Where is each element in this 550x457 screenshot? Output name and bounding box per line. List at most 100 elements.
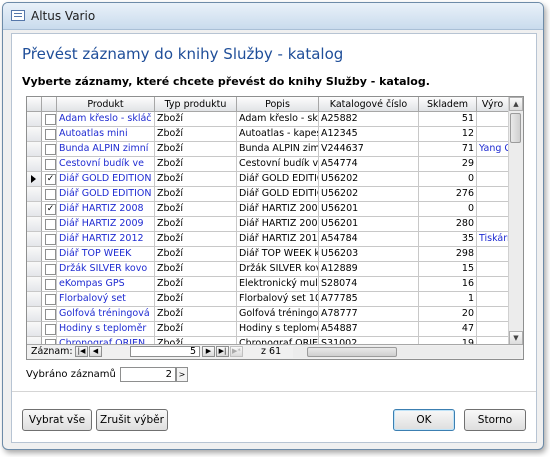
cell-skladem[interactable]: 1 [419, 292, 477, 307]
scroll-down-icon[interactable]: ▼ [509, 331, 523, 345]
cell-vyrobce[interactable] [477, 292, 509, 307]
cell-popis[interactable]: Adam křeslo - sklá [237, 112, 319, 127]
column-header-vyrobce[interactable]: Výro [477, 97, 509, 112]
cell-katalog[interactable]: A54887 [319, 322, 419, 337]
row-checkbox[interactable] [45, 324, 56, 335]
column-header-produkt[interactable]: Produkt [57, 97, 155, 112]
table-row[interactable]: Diář GOLD EDITIONZbožíDiář GOLD EDITIONU… [27, 187, 509, 202]
cell-katalog[interactable]: A54784 [319, 232, 419, 247]
cell-produkt[interactable]: Adam křeslo - skláč [57, 112, 155, 127]
cell-vyrobce[interactable] [477, 307, 509, 322]
cell-popis[interactable]: Golfová tréningová [237, 307, 319, 322]
cell-katalog[interactable]: A12345 [319, 127, 419, 142]
cell-typ[interactable]: Zboží [155, 202, 237, 217]
cell-skladem[interactable]: 16 [419, 277, 477, 292]
vertical-scrollbar[interactable]: ▲ ▼ [508, 97, 523, 345]
cell-vyrobce[interactable] [477, 217, 509, 232]
table-row[interactable]: ✓Diář GOLD EDITIONZbožíDiář GOLD EDITION… [27, 172, 509, 187]
cell-vyrobce[interactable] [477, 262, 509, 277]
cell-popis[interactable]: Držák SILVER kovo [237, 262, 319, 277]
row-checkbox[interactable] [45, 159, 56, 170]
cell-vyrobce[interactable] [477, 112, 509, 127]
cell-typ[interactable]: Zboží [155, 322, 237, 337]
row-checkbox[interactable]: ✓ [45, 174, 56, 185]
previous-record-icon[interactable]: ◀ [89, 346, 102, 357]
cell-skladem[interactable]: 51 [419, 112, 477, 127]
cell-vyrobce[interactable] [477, 322, 509, 337]
cell-produkt[interactable]: Diář GOLD EDITION [57, 187, 155, 202]
row-selector[interactable] [27, 127, 42, 142]
cell-produkt[interactable]: eKompas GPS [57, 277, 155, 292]
row-selector[interactable] [27, 142, 42, 157]
table-row[interactable]: Cestovní budík ve Zboží Cestovní budík ve A… [27, 157, 509, 172]
cell-vyrobce[interactable]: Tiskárna H [477, 232, 509, 247]
row-selector[interactable] [27, 187, 42, 202]
cell-popis[interactable]: Diář GOLD EDITION [237, 172, 319, 187]
row-checkbox[interactable] [45, 234, 56, 245]
column-header-katalog[interactable]: Katalogové číslo [319, 97, 419, 112]
cell-katalog[interactable]: A12889 [319, 262, 419, 277]
title-bar[interactable]: Altus Vario [3, 3, 543, 30]
table-row[interactable]: Florbalový set Zboží Florbalový set 10 f A7… [27, 292, 509, 307]
row-selector[interactable] [27, 157, 42, 172]
cell-typ[interactable]: Zboží [155, 277, 237, 292]
row-selector[interactable] [27, 202, 42, 217]
row-selector[interactable] [27, 292, 42, 307]
cell-popis[interactable]: Autoatlas - kapesn [237, 127, 319, 142]
deselect-button[interactable]: Zrušit výběr [96, 409, 168, 431]
cell-skladem[interactable]: 15 [419, 262, 477, 277]
column-header-popis[interactable]: Popis [237, 97, 319, 112]
row-checkbox[interactable] [45, 264, 56, 275]
row-checkbox[interactable] [45, 144, 56, 155]
row-checkbox[interactable] [45, 309, 56, 320]
cell-typ[interactable]: Zboží [155, 142, 237, 157]
column-header-typ[interactable]: Typ produktu [155, 97, 237, 112]
cell-produkt[interactable]: Diář HARTIZ 2012 [57, 232, 155, 247]
row-selector[interactable] [27, 322, 42, 337]
table-row[interactable]: Diář HARTIZ 2009 Zboží Diář HARTIZ 2009 U56… [27, 217, 509, 232]
cell-produkt[interactable]: Autoatlas mini [57, 127, 155, 142]
cell-popis[interactable]: Bunda ALPIN zimní [237, 142, 319, 157]
cell-skladem[interactable]: 12 [419, 127, 477, 142]
cell-produkt[interactable]: Hodiny s teploměr [57, 322, 155, 337]
current-record-indicator-icon[interactable] [27, 172, 42, 187]
scroll-up-icon[interactable]: ▲ [509, 97, 523, 111]
cell-produkt[interactable]: Bunda ALPIN zimní [57, 142, 155, 157]
cancel-button[interactable]: Storno [464, 409, 526, 431]
column-header-skladem[interactable]: Skladem [419, 97, 477, 112]
table-row[interactable]: Autoatlas mini Zboží Autoatlas - kapesn A12… [27, 127, 509, 142]
cell-produkt[interactable]: Golfová tréningová [57, 307, 155, 322]
cell-vyrobce[interactable] [477, 172, 509, 187]
row-selector[interactable] [27, 277, 42, 292]
table-row[interactable]: Držák SILVER kovo Zboží Držák SILVER kovo A… [27, 262, 509, 277]
row-checkbox[interactable] [45, 114, 56, 125]
row-selector[interactable] [27, 247, 42, 262]
row-checkbox[interactable] [45, 294, 56, 305]
cell-typ[interactable]: Zboží [155, 292, 237, 307]
table-row[interactable]: ✓ Diář HARTIZ 2008 Zboží Diář HARTIZ 2008 U5… [27, 202, 509, 217]
cell-katalog[interactable]: A54774 [319, 157, 419, 172]
cell-typ[interactable]: Zboží [155, 187, 237, 202]
row-checkbox[interactable] [45, 219, 56, 230]
row-checkbox[interactable]: ✓ [45, 204, 56, 215]
cell-typ[interactable]: Zboží [155, 262, 237, 277]
cell-produkt[interactable]: Diář TOP WEEK [57, 247, 155, 262]
cell-katalog[interactable]: V244637 [319, 142, 419, 157]
row-selector[interactable] [27, 232, 42, 247]
cell-popis[interactable]: Elektronický multif [237, 277, 319, 292]
new-record-icon[interactable]: ▶* [230, 346, 243, 357]
table-row[interactable]: Adam křeslo - skláč Zboží Adam křeslo - sk… [27, 112, 509, 127]
cell-typ[interactable]: Zboží [155, 112, 237, 127]
cell-skladem[interactable]: 47 [419, 322, 477, 337]
cell-skladem[interactable]: 276 [419, 187, 477, 202]
next-record-icon[interactable]: ▶ [202, 346, 215, 357]
scroll-thumb[interactable] [510, 113, 521, 143]
current-record-field[interactable]: 5 [130, 346, 200, 357]
cell-produkt[interactable]: Cestovní budík ve [57, 157, 155, 172]
horizontal-scrollbar[interactable] [293, 346, 521, 358]
table-row[interactable]: Diář HARTIZ 2012 Zboží Diář HARTIZ 2012 A54… [27, 232, 509, 247]
cell-katalog[interactable]: A78777 [319, 307, 419, 322]
cell-typ[interactable]: Zboží [155, 232, 237, 247]
cell-produkt[interactable]: Diář HARTIZ 2009 [57, 217, 155, 232]
cell-vyrobce[interactable] [477, 157, 509, 172]
